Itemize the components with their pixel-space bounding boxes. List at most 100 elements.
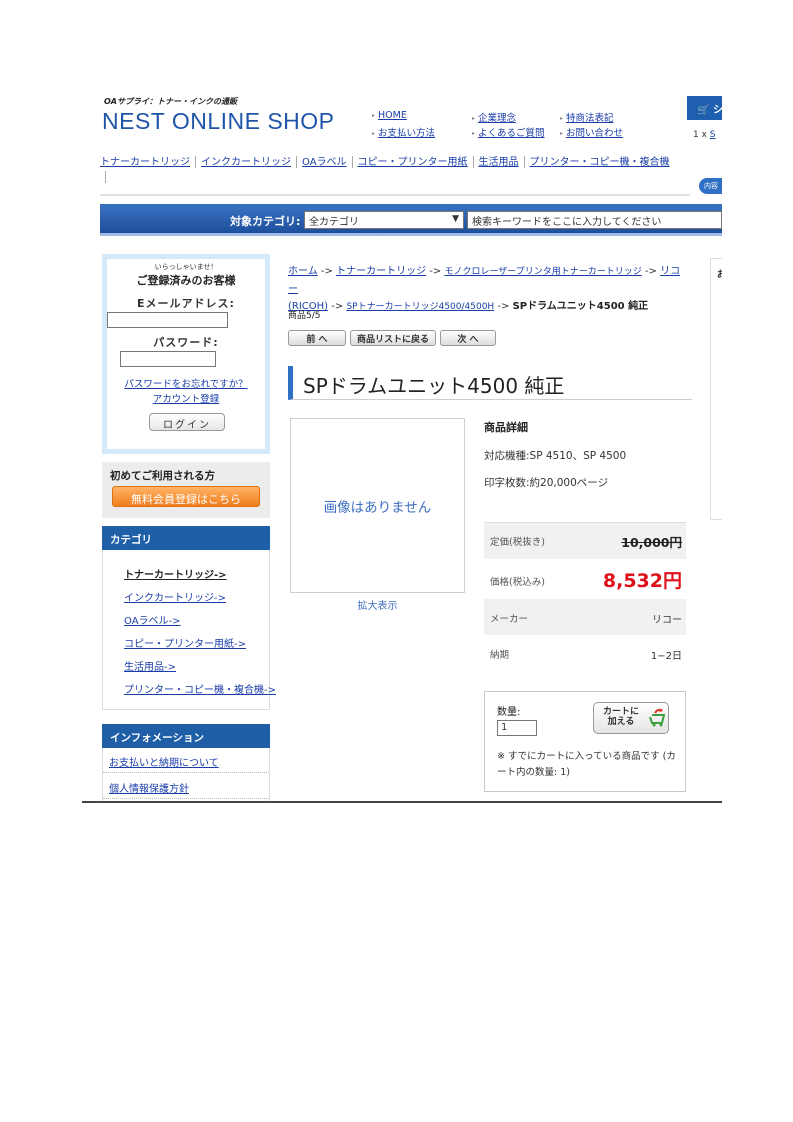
category-item-daily-goods[interactable]: 生活用品-> [124, 658, 176, 673]
breadcrumb-separator: -> [497, 301, 510, 312]
welcome-text: いらっしゃいませ！ [154, 263, 218, 271]
nav-toner[interactable]: トナーカートリッジ [100, 157, 190, 168]
category-item-oa-label[interactable]: OAラベル-> [124, 612, 181, 627]
login-heading: ご登録済みのお客様 [136, 274, 236, 287]
breadcrumb-toner[interactable]: トナーカートリッジ [336, 266, 426, 277]
list-price-value: 10,000円 [621, 535, 682, 550]
info-divider [103, 798, 269, 799]
category-list: トナーカートリッジ-> インクカートリッジ-> OAラベル-> コピー・プリンタ… [102, 550, 276, 710]
info-item-privacy[interactable]: 個人情報保護方針 [109, 780, 189, 795]
breadcrumb-current: SPドラムユニット4500 純正 [512, 301, 649, 312]
information-heading: インフォメーション [102, 724, 270, 748]
login-panel: いらっしゃいませ！ ご登録済みのお客様 Eメールアドレス: パスワード: パスワ… [102, 254, 270, 454]
breadcrumb-separator: -> [429, 266, 442, 277]
breadcrumb-separator: -> [320, 266, 333, 277]
cart-header[interactable]: 🛒 シ [687, 96, 722, 120]
header-divider [100, 194, 690, 196]
compatible-models: 対応機種:SP 4510、SP 4500 [484, 450, 627, 462]
browser-viewport: OAサプライ：トナー・インクの通販 NEST ONLINE SHOP HOME … [82, 80, 722, 802]
breadcrumb-separator: -> [644, 266, 657, 277]
price-table: 定価(税抜き) 10,000円 価格(税込み) 8,532円 メーカー リコー … [484, 522, 686, 674]
email-field[interactable] [107, 312, 228, 328]
quantity-label: 数量: [497, 707, 521, 718]
forgot-password-link[interactable]: パスワードをお忘れですか？ [107, 376, 265, 390]
nav-divider [523, 156, 525, 168]
nav-daily-goods[interactable]: 生活用品 [479, 157, 519, 168]
search-bar: 対象カテゴリ: 全カテゴリ ▼ 検索キーワードをここに入力してください [100, 204, 722, 236]
sale-price-label: 価格(税込み) [490, 577, 545, 588]
shop-logo[interactable]: NEST ONLINE SHOP [102, 108, 335, 135]
zoom-link[interactable]: 拡大表示 [290, 597, 465, 612]
category-item-ink[interactable]: インクカートリッジ-> [124, 589, 226, 604]
list-price-label: 定価(税抜き) [490, 537, 545, 548]
breadcrumb-home[interactable]: ホーム [288, 266, 318, 277]
info-divider [103, 772, 269, 773]
add-to-cart-button[interactable]: カートに加える [593, 702, 669, 734]
cart-icon: 🛒 [697, 105, 710, 116]
breadcrumb: ホーム -> トナーカートリッジ -> モノクロレーザープリンタ用トナーカートリ… [288, 263, 688, 316]
search-input[interactable]: 検索キーワードをここに入力してください [467, 211, 722, 229]
add-to-cart-label: カートに加える [602, 707, 639, 727]
category-nav: トナーカートリッジ インクカートリッジ OAラベル コピー・プリンター用紙 生活用品 プリ… [100, 155, 680, 185]
category-select-value: 全カテゴリ [309, 217, 359, 228]
delivery-row: 納期 1−2日 [484, 635, 686, 671]
first-time-panel: 初めてご利用される方 無料会員登録はこちら [102, 462, 270, 518]
product-image[interactable]: 画像はありません [290, 418, 465, 593]
header-link-home[interactable]: HOME [372, 110, 407, 121]
category-heading: カテゴリ [102, 526, 270, 550]
cart-widget: 🛒 シ 1 x S 内容 [687, 90, 722, 194]
search-category-label: 対象カテゴリ: [230, 215, 301, 228]
nav-ink[interactable]: インクカートリッジ [201, 157, 291, 168]
cart-line-item-link[interactable]: S [710, 130, 716, 140]
nav-divider [351, 156, 353, 168]
nav-paper[interactable]: コピー・プリンター用紙 [358, 157, 468, 168]
delivery-label: 納期 [490, 650, 510, 661]
nav-divider [105, 171, 106, 183]
back-to-list-button[interactable]: 商品リストに戻る [350, 330, 436, 346]
quantity-input[interactable]: 1 [497, 720, 537, 736]
product-title: SPドラムユニット4500 純正 [288, 366, 692, 400]
free-signup-button[interactable]: 無料会員登録はこちら [112, 486, 260, 507]
register-account-link[interactable]: アカウント登録 [107, 391, 265, 405]
right-panel-label: お [717, 270, 722, 280]
maker-value: リコー [652, 615, 682, 626]
breadcrumb-mono-laser[interactable]: モノクロレーザープリンタ用トナーカートリッジ [444, 267, 641, 277]
sale-price-value: 8,532円 [602, 570, 682, 592]
login-button[interactable]: ログイン [149, 413, 225, 431]
right-sidebar-panel: お [710, 258, 722, 520]
nav-printers[interactable]: プリンター・コピー機・複合機 [530, 157, 670, 168]
breadcrumb-sp-toner[interactable]: SPトナーカートリッジ4500/4500H [346, 302, 494, 312]
password-field[interactable] [120, 351, 216, 367]
header-link-philosophy[interactable]: 企業理念 [472, 110, 516, 124]
breadcrumb-separator: -> [331, 301, 344, 312]
cart-contents-button[interactable]: 内容 [699, 178, 722, 194]
category-item-paper[interactable]: コピー・プリンター用紙-> [124, 635, 246, 650]
next-button[interactable]: 次 へ [440, 330, 496, 346]
nav-oa-label[interactable]: OAラベル [302, 157, 347, 168]
header-link-legal[interactable]: 特商法表記 [560, 110, 614, 124]
header-link-payment[interactable]: お支払い方法 [372, 125, 435, 139]
chevron-down-icon: ▼ [452, 214, 459, 224]
product-counter: 商品5/5 [288, 311, 321, 321]
category-item-printers[interactable]: プリンター・コピー機・複合機-> [124, 681, 276, 696]
print-yield: 印字枚数:約20,000ページ [484, 477, 609, 489]
information-list: お支払いと納期について 個人情報保護方針 [102, 748, 270, 802]
shop-tagline: OAサプライ：トナー・インクの通販 [104, 97, 237, 106]
password-label: パスワード: [153, 336, 219, 349]
info-item-payment[interactable]: お支払いと納期について [109, 754, 219, 769]
cart-icon [649, 708, 666, 727]
cart-line: 1 x S [693, 130, 716, 140]
no-image-text: 画像はありません [323, 500, 432, 516]
prev-button[interactable]: 前 へ [288, 330, 346, 346]
first-time-title: 初めてご利用される方 [110, 470, 215, 482]
nav-divider [195, 156, 196, 168]
product-detail-heading: 商品詳細 [484, 421, 528, 434]
delivery-value: 1−2日 [650, 651, 682, 662]
email-label: Eメールアドレス: [137, 297, 235, 310]
maker-label: メーカー [490, 614, 529, 625]
category-select[interactable]: 全カテゴリ ▼ [304, 211, 464, 229]
header-link-contact[interactable]: お問い合わせ [560, 125, 623, 139]
category-item-toner[interactable]: トナーカートリッジ-> [124, 566, 227, 581]
header-link-faq[interactable]: よくあるご質問 [472, 125, 545, 139]
sale-price-row: 価格(税込み) 8,532円 [484, 559, 686, 599]
